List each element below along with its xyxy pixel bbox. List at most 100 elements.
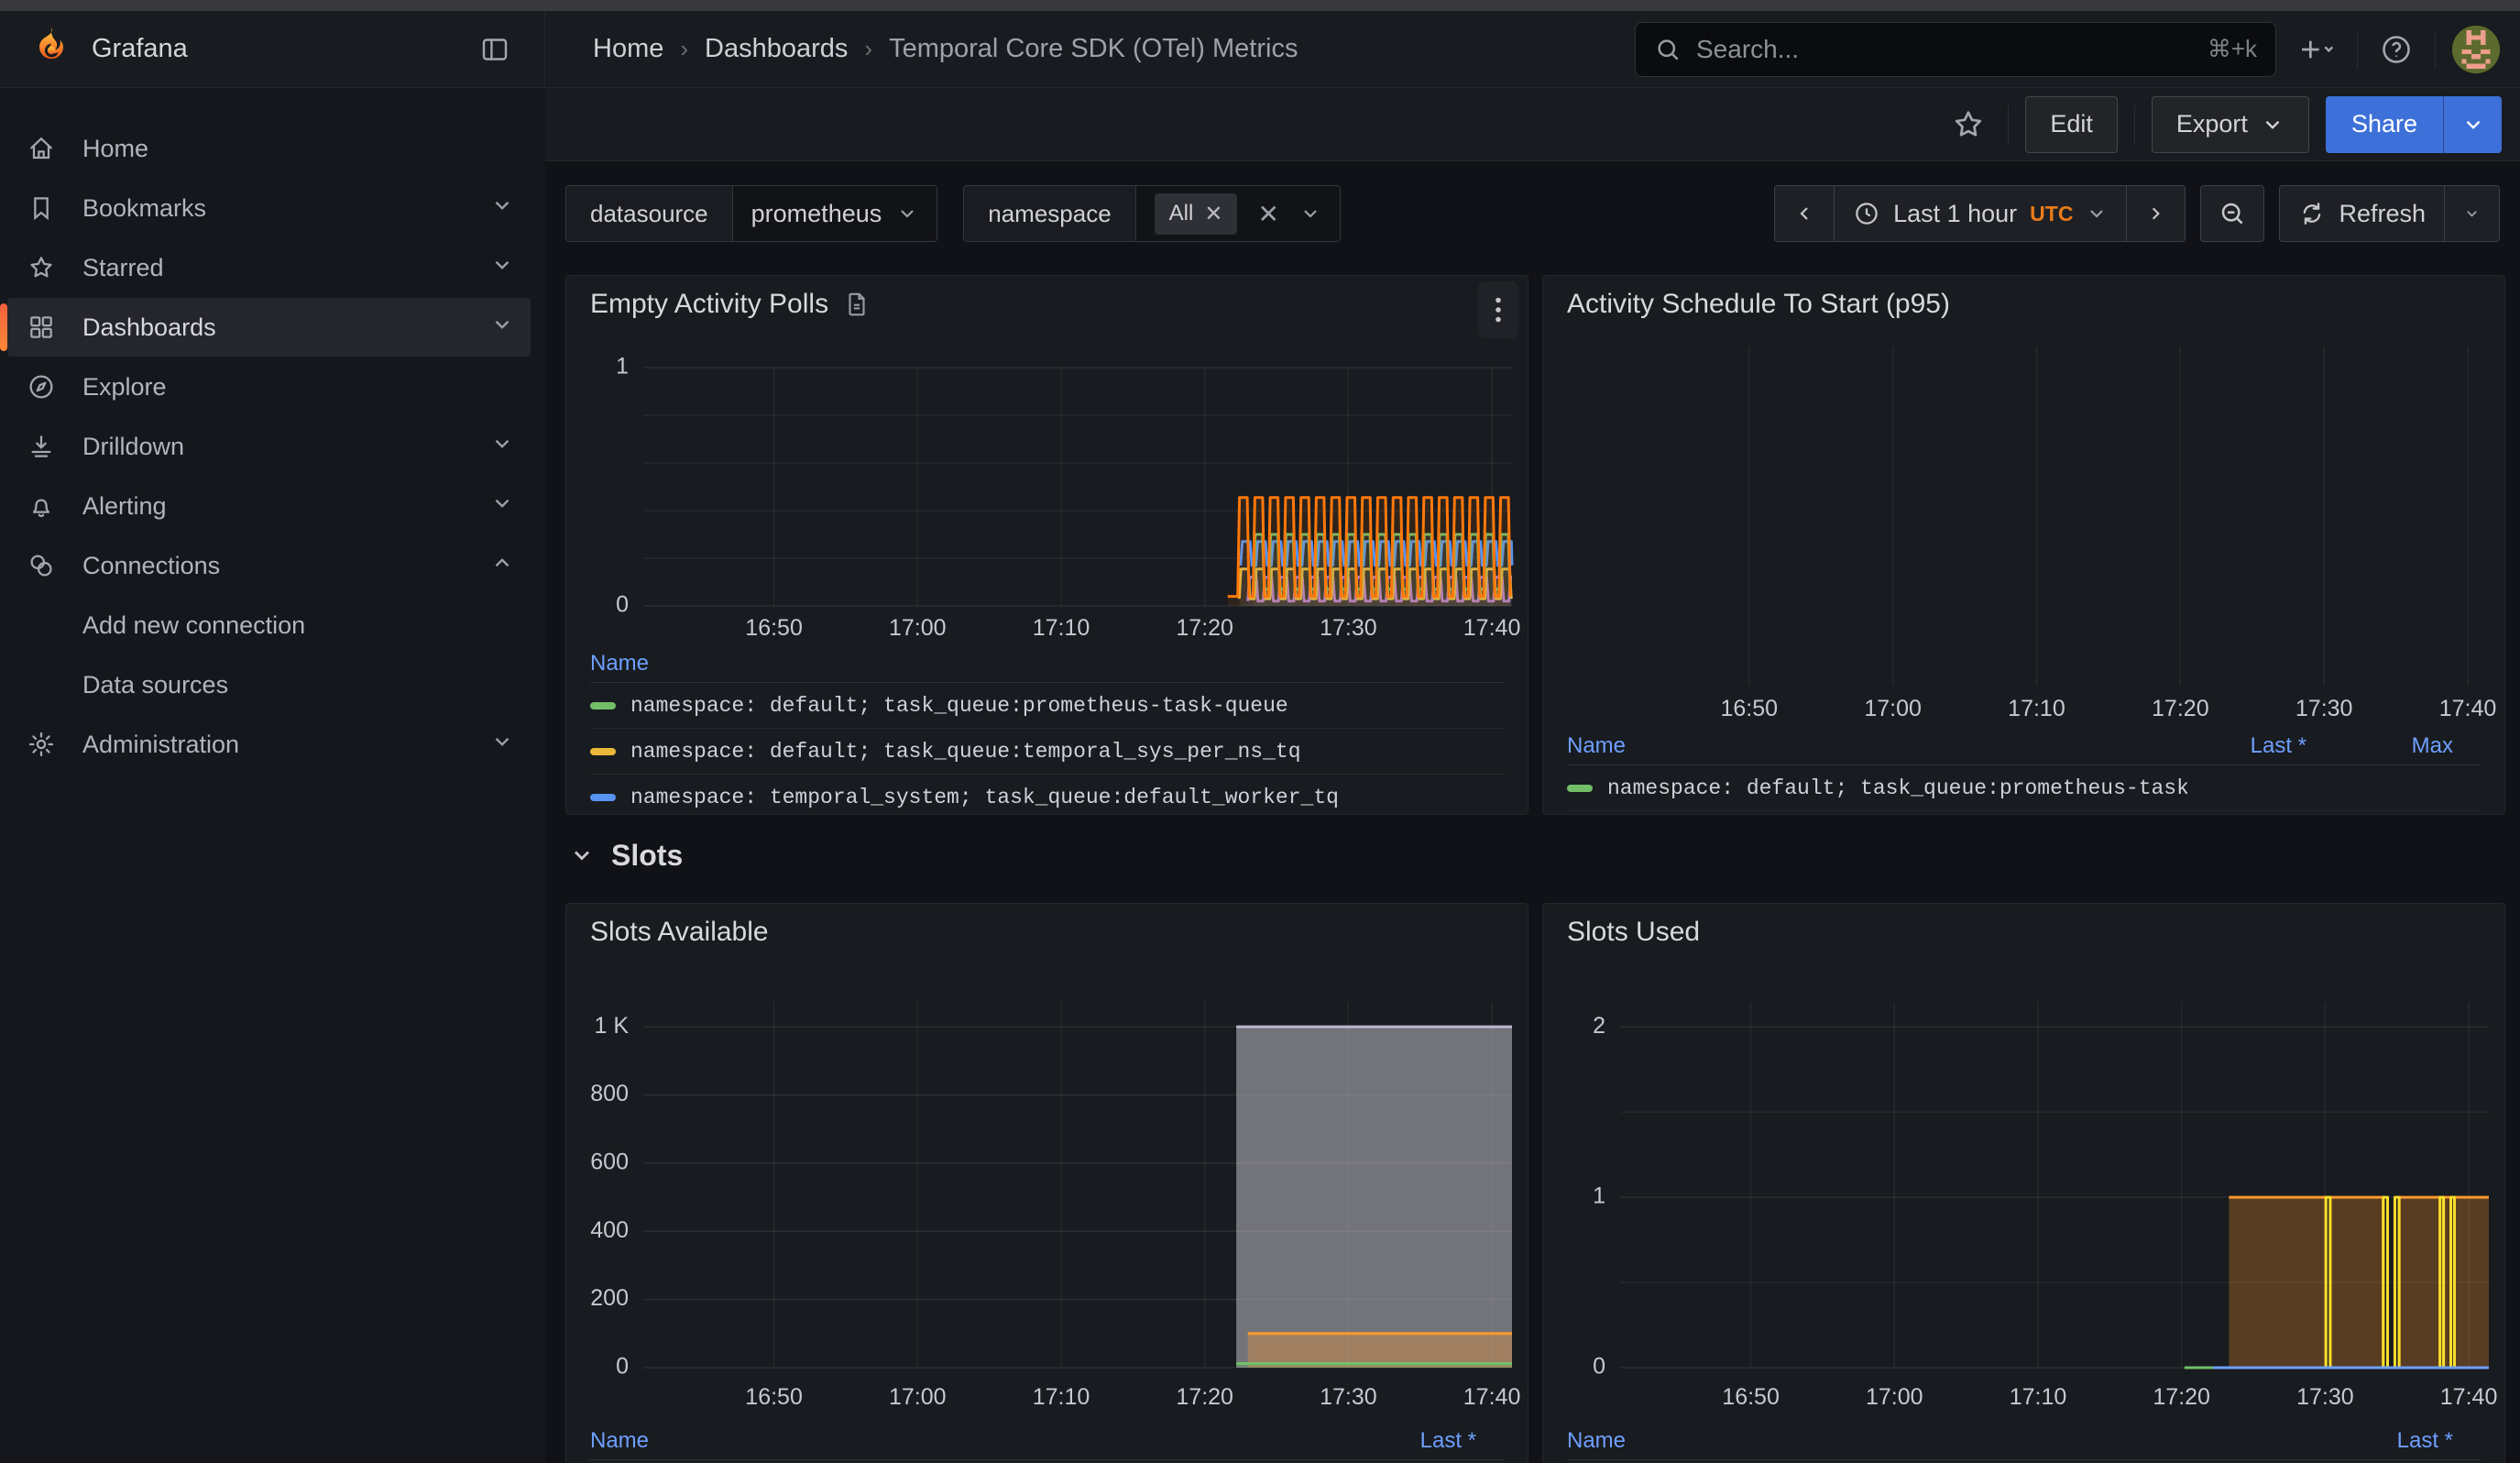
panel-header: Slots Available: [566, 904, 1528, 961]
time-shift-forward-button[interactable]: [2126, 186, 2185, 241]
dashboard-canvas: Empty Activity Polls0116:5017:0017:1017:…: [545, 242, 2520, 1463]
export-button[interactable]: Export: [2152, 96, 2309, 153]
legend-column-last[interactable]: Last *: [2187, 733, 2334, 759]
panel-title[interactable]: Slots Used: [1567, 917, 1700, 948]
edit-button[interactable]: Edit: [2025, 96, 2118, 153]
chevron-down-icon: [569, 842, 595, 868]
svg-text:1: 1: [616, 354, 629, 380]
chevron-down-icon: [490, 491, 514, 522]
panel-legend: NameLast *namespace: default; task_queue…: [566, 1422, 1528, 1463]
svg-text:600: 600: [590, 1149, 629, 1174]
legend-column-last[interactable]: Last *: [1357, 1428, 1504, 1454]
sidebar-item-dashboards[interactable]: Dashboards: [7, 298, 531, 357]
zoom-out-time-button[interactable]: [2200, 185, 2264, 242]
help-icon[interactable]: [2374, 28, 2418, 72]
panel-title[interactable]: Slots Available: [590, 917, 769, 948]
breadcrumb-item[interactable]: Home: [593, 34, 663, 64]
svg-text:16:50: 16:50: [1720, 696, 1778, 721]
user-avatar[interactable]: [2452, 26, 2500, 73]
add-new-button[interactable]: [2293, 28, 2340, 71]
refresh-button[interactable]: Refresh: [2280, 186, 2444, 241]
panel-title[interactable]: Activity Schedule To Start (p95): [1567, 289, 1950, 320]
sidebar-item-data-sources[interactable]: Data sources: [7, 655, 531, 714]
legend-column-name[interactable]: Name: [1567, 1428, 2334, 1454]
legend-series-label: namespace: temporal_system; task_queue:d…: [630, 786, 1504, 809]
chevron-down-icon: [490, 253, 514, 283]
time-shift-back-button[interactable]: [1775, 186, 1834, 241]
row-toggle-slots[interactable]: Slots: [569, 828, 2520, 883]
svg-text:16:50: 16:50: [745, 1384, 803, 1410]
sidebar-item-administration[interactable]: Administration: [7, 715, 531, 774]
panel-description-icon[interactable]: [843, 291, 871, 318]
sidebar-item-explore[interactable]: Explore: [7, 358, 531, 416]
legend-column-name[interactable]: Name: [1567, 733, 2187, 759]
legend-row[interactable]: namespace: default; task_queue:prometheu…: [590, 683, 1504, 729]
share-menu-caret[interactable]: [2443, 96, 2502, 153]
time-range-picker[interactable]: Last 1 hour UTC: [1834, 186, 2126, 241]
clear-namespace-icon[interactable]: ✕: [1257, 199, 1278, 229]
sidebar-item-alerting[interactable]: Alerting: [7, 477, 531, 535]
clock-icon: [1853, 200, 1880, 227]
legend-column-max[interactable]: Max: [2334, 733, 2481, 759]
submenu-bar: datasource prometheus namespace All ✕ ✕: [565, 185, 2500, 242]
share-button[interactable]: Share: [2326, 96, 2443, 153]
refresh-interval-caret[interactable]: [2444, 186, 2499, 241]
legend-row[interactable]: namespace: temporal_system; task_queue:d…: [590, 775, 1504, 814]
sidebar-item-drilldown[interactable]: Drilldown: [7, 417, 531, 476]
legend-column-name[interactable]: Name: [590, 1428, 1357, 1454]
svg-text:0: 0: [616, 1354, 629, 1380]
dashboard-toolbar: Edit Export Share: [545, 88, 2520, 161]
search-box[interactable]: ⌘+k: [1635, 22, 2276, 77]
legend-series-label: namespace: default; task_queue:prometheu…: [630, 694, 1504, 718]
datasource-picker[interactable]: prometheus: [733, 186, 937, 241]
search-input[interactable]: [1694, 34, 2195, 65]
svg-text:16:50: 16:50: [1722, 1384, 1780, 1410]
svg-text:17:40: 17:40: [1463, 615, 1521, 641]
series-color-swatch[interactable]: [590, 794, 616, 801]
sidebar-item-bookmarks[interactable]: Bookmarks: [7, 179, 531, 237]
svg-text:1 K: 1 K: [594, 1013, 629, 1039]
remove-chip-icon[interactable]: ✕: [1204, 201, 1222, 227]
star-dashboard-icon[interactable]: [1945, 102, 1991, 148]
sidebar-toggle-icon[interactable]: [473, 28, 517, 72]
chevron-down-icon[interactable]: [1299, 203, 1321, 225]
sidebar-item-add-new-connection[interactable]: Add new connection: [7, 596, 531, 654]
chevron-up-icon: [490, 551, 514, 581]
panel-slots-available: Slots Available02004006008001 K16:5017:0…: [565, 903, 1528, 1463]
namespace-chip-all[interactable]: All ✕: [1155, 193, 1238, 235]
series-color-swatch[interactable]: [590, 748, 616, 755]
bookmark-icon: [26, 192, 57, 224]
refresh-icon: [2298, 200, 2326, 227]
sidebar-item-home[interactable]: Home: [7, 119, 531, 178]
breadcrumb-separator: ›: [864, 35, 872, 63]
series-color-swatch[interactable]: [1567, 785, 1593, 792]
sidebar-item-starred[interactable]: Starred: [7, 238, 531, 297]
grafana-logo-icon[interactable]: [27, 26, 73, 73]
svg-text:17:10: 17:10: [2008, 696, 2065, 721]
series-color-swatch[interactable]: [590, 702, 616, 710]
panel-legend: NameLast *namespace: default; task_queue…: [1543, 1422, 2504, 1463]
timezone-label: UTC: [2030, 202, 2073, 226]
apps-icon: [26, 312, 57, 343]
svg-text:17:00: 17:00: [889, 1384, 947, 1410]
panel-chart: 16:5017:0017:1017:2017:3017:40: [1543, 333, 2504, 727]
legend-column-last[interactable]: Last *: [2334, 1428, 2481, 1454]
chevron-down-icon: [490, 432, 514, 462]
svg-text:0: 0: [616, 592, 629, 618]
panel-chart: 02004006008001 K16:5017:0017:1017:2017:3…: [566, 961, 1528, 1422]
namespace-variable: namespace All ✕ ✕: [963, 185, 1341, 242]
chevron-down-icon: [2261, 113, 2284, 137]
breadcrumb-item[interactable]: Dashboards: [705, 34, 848, 64]
bell-icon: [26, 490, 57, 522]
header-actions: ⌘+k: [1635, 22, 2520, 77]
sidebar-nav: HomeBookmarksStarredDashboardsExploreDri…: [0, 88, 545, 1463]
legend-column-name[interactable]: Name: [590, 651, 1504, 676]
legend-row[interactable]: namespace: default; task_queue:prometheu…: [1567, 765, 2481, 811]
panel-menu-icon[interactable]: [1478, 281, 1518, 338]
brand-name: Grafana: [92, 34, 188, 64]
svg-text:17:40: 17:40: [1463, 1384, 1521, 1410]
panel-title[interactable]: Empty Activity Polls: [590, 289, 828, 320]
sidebar-item-connections[interactable]: Connections: [7, 536, 531, 595]
sidebar-item-label: Data sources: [82, 671, 514, 699]
legend-row[interactable]: namespace: default; task_queue:temporal_…: [590, 729, 1504, 775]
